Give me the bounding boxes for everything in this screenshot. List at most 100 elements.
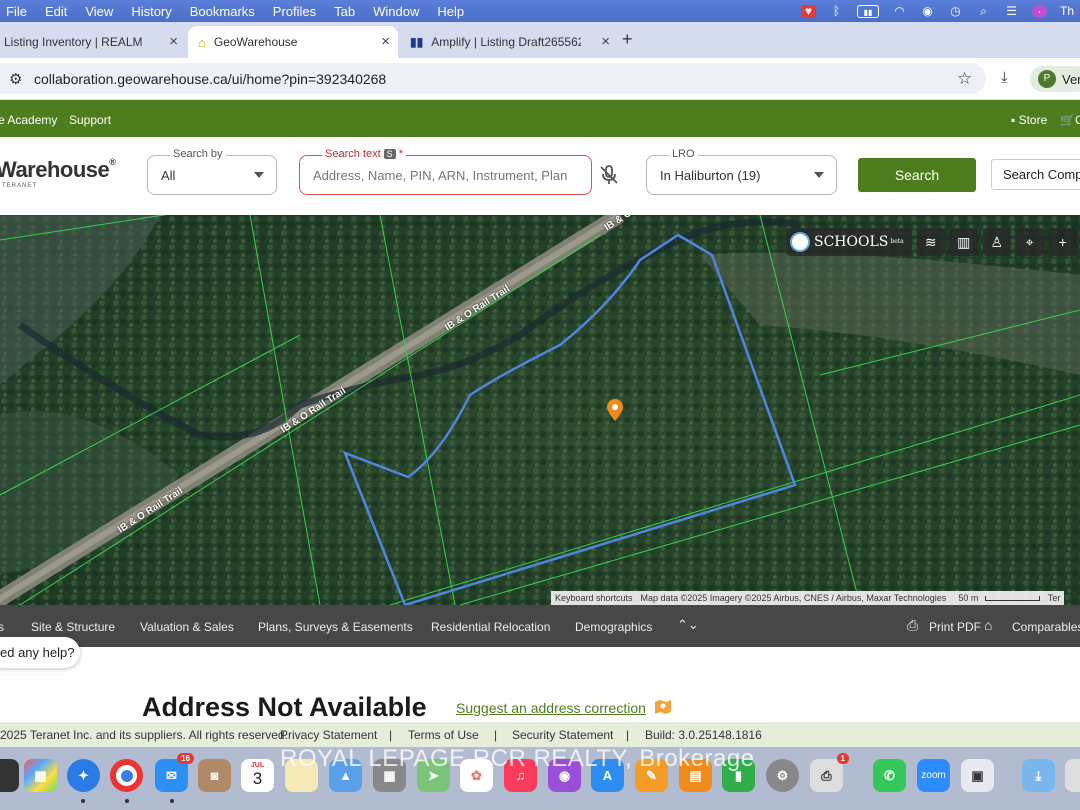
chrome-icon[interactable] bbox=[110, 759, 143, 792]
profile-label: Ver bbox=[1062, 71, 1080, 87]
zoom-icon[interactable]: zoom bbox=[917, 759, 950, 792]
menubar-clock[interactable]: Th bbox=[1060, 4, 1074, 18]
tab-listing-inventory[interactable]: Listing Inventory | REALM × bbox=[0, 26, 186, 58]
property-pin-icon[interactable] bbox=[607, 399, 623, 421]
comparables-icon[interactable]: ⌂ bbox=[984, 617, 992, 633]
footer-separator: | bbox=[494, 728, 498, 742]
copyright-text: 2025 Teranet Inc. and its suppliers. All… bbox=[0, 728, 288, 742]
tab-amplify[interactable]: ▮▮ Amplify | Listing Draft265562 × bbox=[400, 26, 618, 58]
tab-residential-relocation[interactable]: Residential Relocation bbox=[431, 620, 550, 634]
schools-layer-button[interactable]: SCHOOLS beta bbox=[786, 228, 912, 256]
map-scale[interactable]: 50 m bbox=[950, 593, 1044, 603]
trash-icon[interactable] bbox=[1065, 759, 1080, 792]
printer-app-icon[interactable]: ⎙ 1 bbox=[810, 753, 849, 792]
search-text-placeholder: Address, Name, PIN, ARN, Instrument, Pla… bbox=[313, 167, 568, 183]
menu-help[interactable]: Help bbox=[428, 4, 473, 19]
amplify-bars-icon: ▮▮ bbox=[410, 35, 424, 49]
avatar: P bbox=[1038, 70, 1056, 88]
address-title: Address Not Available bbox=[142, 692, 427, 722]
bookmark-star-icon[interactable]: ☆ bbox=[957, 69, 972, 89]
system-settings-icon[interactable]: ⚙ bbox=[766, 759, 799, 792]
map-data-credit: Map data ©2025 Imagery ©2025 Airbus, CNE… bbox=[640, 593, 947, 603]
macos-menubar: File Edit View History Bookmarks Profile… bbox=[0, 0, 1080, 22]
launchpad-icon[interactable]: ▦ bbox=[24, 759, 57, 792]
siri-icon[interactable]: · bbox=[1031, 4, 1047, 18]
lro-select[interactable]: LRO In Haliburton (19) bbox=[646, 148, 837, 195]
expand-collapse-icon[interactable]: ⌃⌄ bbox=[677, 617, 699, 633]
user-icon[interactable]: ◉ bbox=[920, 4, 935, 18]
footer-separator: | bbox=[626, 728, 630, 742]
url-field[interactable]: ⚙ collaboration.geowarehouse.ca/ui/home?… bbox=[0, 63, 986, 94]
spotlight-search-icon[interactable]: ⌕ bbox=[976, 4, 991, 18]
search-by-value: All bbox=[161, 167, 176, 183]
print-pdf-button[interactable]: Print PDF bbox=[929, 620, 981, 634]
tab-summary[interactable]: s bbox=[0, 620, 4, 634]
dock-app-icon[interactable] bbox=[0, 759, 19, 792]
mic-muted-icon[interactable] bbox=[598, 164, 620, 186]
menu-view[interactable]: View bbox=[76, 4, 122, 19]
tab-title: GeoWarehouse bbox=[213, 35, 298, 49]
menu-bookmarks[interactable]: Bookmarks bbox=[181, 4, 264, 19]
menu-profiles[interactable]: Profiles bbox=[264, 4, 325, 19]
terms-link[interactable]: Terms of Use bbox=[408, 728, 479, 742]
menu-history[interactable]: History bbox=[122, 4, 180, 19]
contacts-icon[interactable]: ◙ bbox=[198, 759, 231, 792]
tab-geowarehouse[interactable]: ⌂ GeoWarehouse × bbox=[188, 26, 398, 58]
menu-edit[interactable]: Edit bbox=[36, 4, 76, 19]
control-center-icon[interactable]: ☰ bbox=[1004, 4, 1019, 18]
download-icon[interactable]: ⤓ bbox=[1001, 69, 1008, 86]
street-view-icon[interactable]: ♙ bbox=[982, 228, 1011, 256]
privacy-link[interactable]: Privacy Statement bbox=[280, 728, 377, 742]
nav-academy-link[interactable]: e Academy bbox=[0, 113, 57, 127]
safari-icon[interactable]: ✦ bbox=[67, 759, 100, 792]
zoom-in-icon[interactable]: + bbox=[1048, 228, 1077, 256]
search-by-label: Search by bbox=[170, 148, 226, 160]
map-edit-icon[interactable] bbox=[654, 699, 672, 715]
close-icon[interactable]: × bbox=[601, 33, 610, 50]
help-chat-bubble[interactable]: ed any help? bbox=[0, 637, 80, 668]
heart-app-icon[interactable]: ♥ bbox=[800, 4, 816, 18]
close-icon[interactable]: × bbox=[381, 33, 390, 50]
keyboard-shortcuts-link[interactable]: Keyboard shortcuts bbox=[551, 593, 637, 603]
layers-icon[interactable]: ≋ bbox=[916, 228, 945, 256]
time-machine-icon[interactable]: ◷ bbox=[948, 4, 963, 18]
site-settings-icon[interactable]: ⚙ bbox=[9, 70, 22, 88]
site-nav-bar: e Academy Support ▪ Store 🛒C bbox=[0, 100, 1080, 137]
downloads-folder-icon[interactable]: ⤓ bbox=[1022, 759, 1055, 792]
battery-icon[interactable]: ▮▮ bbox=[856, 4, 879, 18]
locate-icon[interactable]: ⌖ bbox=[1015, 228, 1044, 256]
nav-cart-link[interactable]: 🛒C bbox=[1060, 113, 1080, 127]
search-by-select[interactable]: Search by All bbox=[147, 148, 277, 195]
preview-icon[interactable]: ▣ bbox=[961, 759, 994, 792]
satellite-map[interactable]: IB & O Rail Trail IB & O Rail Trail IB &… bbox=[0, 215, 1080, 605]
search-text-input[interactable]: Search text S * Address, Name, PIN, ARN, … bbox=[299, 148, 592, 195]
running-indicator bbox=[170, 799, 174, 803]
suggest-address-link[interactable]: Suggest an address correction bbox=[456, 700, 646, 716]
comparables-button[interactable]: Comparables bbox=[1012, 620, 1080, 634]
url-text[interactable]: collaboration.geowarehouse.ca/ui/home?pi… bbox=[34, 71, 386, 87]
messages-icon[interactable]: ✆ bbox=[873, 759, 906, 792]
search-button[interactable]: Search bbox=[858, 158, 976, 192]
printer-icon[interactable]: ⎙ bbox=[907, 617, 918, 634]
calendar-icon[interactable]: JUL 3 bbox=[241, 759, 274, 792]
map-view-icon[interactable]: ▥ bbox=[949, 228, 978, 256]
tab-site-structure[interactable]: Site & Structure bbox=[31, 620, 115, 634]
profile-button[interactable]: P Ver bbox=[1030, 66, 1080, 92]
new-tab-plus-icon[interactable]: + bbox=[622, 29, 633, 50]
tab-demographics[interactable]: Demographics bbox=[575, 620, 652, 634]
tab-valuation-sales[interactable]: Valuation & Sales bbox=[140, 620, 234, 634]
tab-plans-surveys[interactable]: Plans, Surveys & Easements bbox=[258, 620, 413, 634]
search-comparables-button[interactable]: Search Compa bbox=[991, 159, 1080, 190]
nav-support-link[interactable]: Support bbox=[69, 113, 111, 127]
menu-tab[interactable]: Tab bbox=[325, 4, 364, 19]
menu-window[interactable]: Window bbox=[364, 4, 428, 19]
nav-store-link[interactable]: ▪ Store bbox=[1011, 113, 1047, 127]
menu-file[interactable]: File bbox=[0, 4, 36, 19]
mail-icon[interactable]: ✉ 16 bbox=[155, 753, 194, 792]
security-link[interactable]: Security Statement bbox=[512, 728, 613, 742]
bluetooth-icon[interactable]: ᛒ bbox=[829, 4, 844, 18]
terms-link[interactable]: Ter bbox=[1044, 593, 1065, 603]
lro-value: In Haliburton (19) bbox=[660, 167, 761, 183]
close-icon[interactable]: × bbox=[169, 33, 178, 50]
wifi-icon[interactable]: ◠ bbox=[892, 4, 907, 18]
